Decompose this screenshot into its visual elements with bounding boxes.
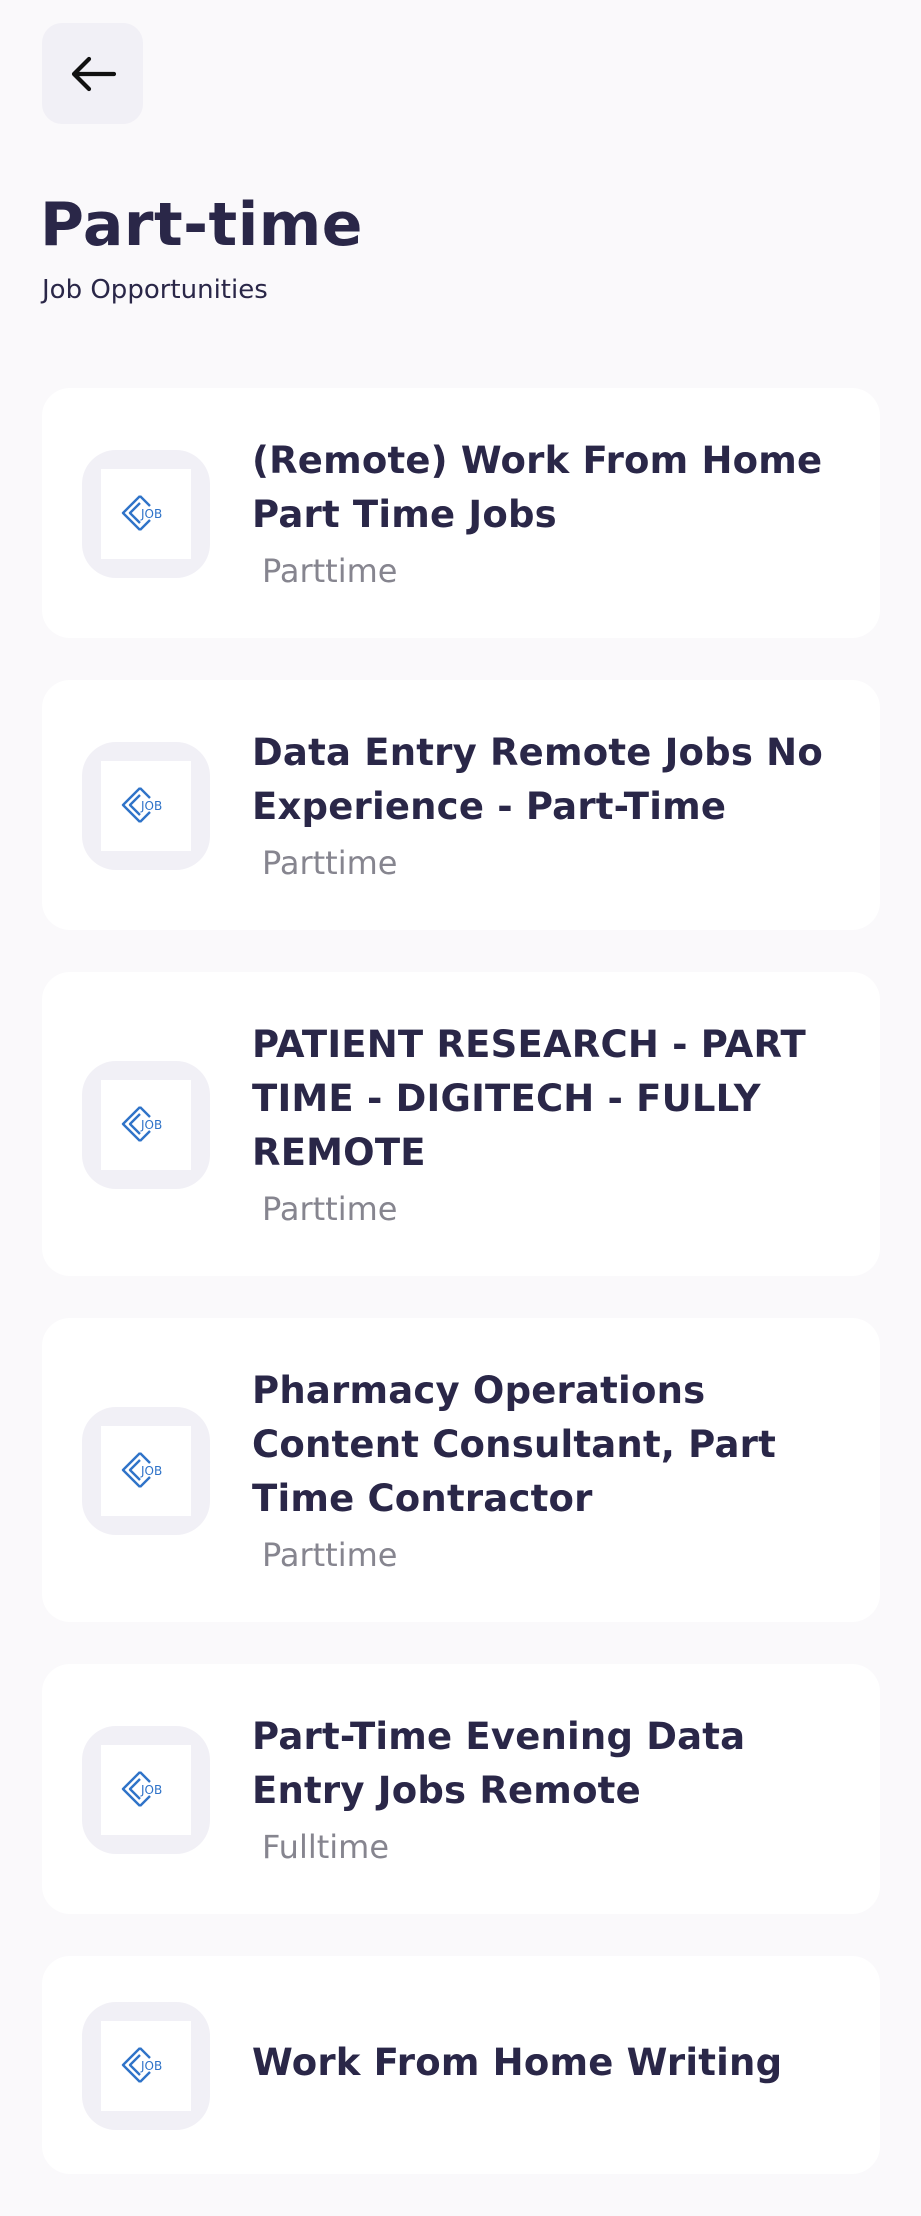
- job-title: Pharmacy Operations Content Consultant, …: [252, 1369, 777, 1520]
- job-title: Data Entry Remote Jobs No Experience - P…: [252, 731, 823, 828]
- job-type: Parttime: [262, 844, 398, 882]
- job-card[interactable]: JOB Work From Home Writing: [42, 1956, 880, 2174]
- arrow-left-icon: [71, 56, 116, 91]
- logo-text: JOB: [140, 1783, 162, 1797]
- logo-text: JOB: [140, 799, 162, 813]
- job-card[interactable]: JOB Pharmacy Operations Content Consulta…: [42, 1318, 880, 1622]
- job-card[interactable]: JOB Part-Time Evening Data Entry Jobs Re…: [42, 1664, 880, 1914]
- logo-text: JOB: [140, 2059, 162, 2073]
- company-logo: JOB: [82, 742, 210, 870]
- job-logo-icon: JOB: [121, 1771, 162, 1807]
- job-logo-icon: JOB: [121, 495, 162, 531]
- job-title: Part-Time Evening Data Entry Jobs Remote: [252, 1715, 746, 1812]
- company-logo: JOB: [82, 1407, 210, 1535]
- job-card[interactable]: JOB Data Entry Remote Jobs No Experience…: [42, 680, 880, 930]
- job-logo-icon: JOB: [121, 787, 162, 823]
- logo-text: JOB: [140, 1464, 162, 1478]
- job-title: (Remote) Work From Home Part Time Jobs: [252, 439, 823, 536]
- logo-text: JOB: [140, 1118, 162, 1132]
- logo-text: JOB: [140, 507, 162, 521]
- job-logo-icon: JOB: [121, 2047, 162, 2083]
- job-title: PATIENT RESEARCH - PART TIME - DIGITECH …: [252, 1023, 806, 1174]
- back-button[interactable]: [42, 23, 143, 124]
- page-title: Part-time: [40, 190, 363, 260]
- job-logo-icon: JOB: [121, 1106, 162, 1142]
- job-card[interactable]: JOB PATIENT RESEARCH - PART TIME - DIGIT…: [42, 972, 880, 1276]
- job-type: Parttime: [262, 1536, 398, 1574]
- job-card[interactable]: JOB (Remote) Work From Home Part Time Jo…: [42, 388, 880, 638]
- job-title: Work From Home Writing: [252, 2041, 783, 2084]
- company-logo: JOB: [82, 2002, 210, 2130]
- job-list: JOB (Remote) Work From Home Part Time Jo…: [42, 388, 880, 2216]
- job-type: Fulltime: [262, 1828, 390, 1866]
- job-logo-icon: JOB: [121, 1452, 162, 1488]
- company-logo: JOB: [82, 1726, 210, 1854]
- job-type: Parttime: [262, 552, 398, 590]
- job-type: Parttime: [262, 1190, 398, 1228]
- company-logo: JOB: [82, 1061, 210, 1189]
- company-logo: JOB: [82, 450, 210, 578]
- page-subtitle: Job Opportunities: [42, 275, 268, 305]
